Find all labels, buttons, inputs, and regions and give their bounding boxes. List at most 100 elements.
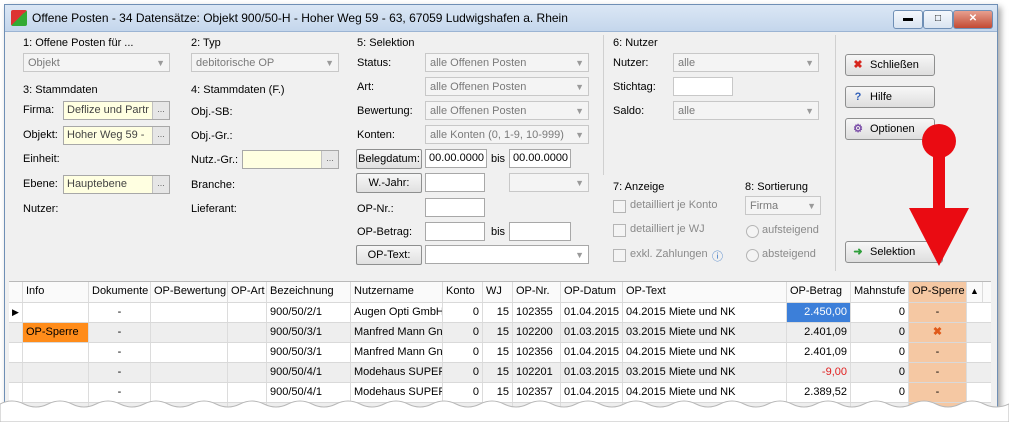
op-text-select[interactable]: ▼: [425, 245, 589, 264]
belegdatum-button[interactable]: Belegdatum:: [356, 149, 422, 169]
panel-separator: [835, 35, 836, 271]
sortierung-select[interactable]: Firma ▼: [745, 196, 821, 215]
op-sperre-x-icon[interactable]: ✖: [909, 323, 967, 342]
annotation-arrow-head: [909, 208, 969, 266]
arrow-right-icon: ➜: [853, 246, 863, 258]
column-header[interactable]: Mahnstufe: [851, 282, 909, 302]
column-header[interactable]: OP-Text: [623, 282, 787, 302]
mahnstufe-cell: 0: [851, 303, 909, 322]
info-icon[interactable]: ⓘ: [712, 248, 723, 264]
op-sperre-cell[interactable]: -: [909, 363, 967, 382]
column-header[interactable]: WJ: [483, 282, 513, 302]
chevron-down-icon: ▼: [805, 106, 814, 116]
status-select[interactable]: alle Offenen Posten ▼: [425, 53, 589, 72]
lookup-dots-icon[interactable]: ...: [152, 102, 169, 119]
column-header[interactable]: Konto: [443, 282, 483, 302]
nutzer-select[interactable]: alle ▼: [673, 53, 819, 72]
aufsteigend-radio[interactable]: [746, 225, 759, 238]
maximize-button[interactable]: □: [923, 10, 953, 29]
column-header[interactable]: OP-Art: [228, 282, 267, 302]
op-text-cell: 03.2015 Miete und NK: [623, 323, 787, 342]
detailliert-konto-checkbox[interactable]: [613, 200, 626, 213]
bewertung-value: alle Offenen Posten: [430, 105, 527, 117]
op-betrag-cell[interactable]: 2.450,00: [787, 303, 851, 322]
w-jahr-select[interactable]: ▼: [509, 173, 589, 192]
saldo-select[interactable]: alle ▼: [673, 101, 819, 120]
op-betrag-from-field[interactable]: [425, 222, 485, 241]
table-header: Info Dokumente OP-Bewertung OP-Art Bezei…: [9, 282, 991, 303]
op-betrag-to-field[interactable]: [509, 222, 571, 241]
table-row[interactable]: - 900/50/3/1 Manfred Mann Gn 0 15 102356…: [9, 343, 991, 363]
objekt-field[interactable]: Hoher Weg 59 -...: [63, 126, 170, 145]
w-jahr-field[interactable]: [425, 173, 485, 192]
group-selektion-title: 5: Selektion: [357, 37, 415, 49]
bezeichnung-cell: 900/50/2/1: [267, 303, 351, 322]
column-header[interactable]: Nutzername: [351, 282, 443, 302]
konten-select[interactable]: alle Konten (0, 1-9, 10-999) ▼: [425, 125, 589, 144]
obj-gr-label: Obj.-Gr.:: [191, 130, 233, 142]
column-header[interactable]: OP-Bewertung: [151, 282, 228, 302]
scroll-up-icon[interactable]: ▲: [967, 282, 983, 302]
lookup-dots-icon[interactable]: ...: [321, 151, 338, 168]
optionen-label: Optionen: [870, 123, 915, 135]
column-header[interactable]: Dokumente: [89, 282, 151, 302]
hilfe-button[interactable]: ? Hilfe: [845, 86, 935, 108]
column-header[interactable]: Bezeichnung: [267, 282, 351, 302]
schliessen-button[interactable]: ✖ Schließen: [845, 54, 935, 76]
op-nr-cell: 102355: [513, 303, 561, 322]
obj-sb-label: Obj.-SB:: [191, 106, 233, 118]
exkl-zahlungen-checkbox[interactable]: [613, 249, 626, 262]
row-selector[interactable]: [9, 343, 23, 362]
op-text-cell: 04.2015 Miete und NK: [623, 343, 787, 362]
column-header[interactable]: Info: [23, 282, 89, 302]
w-jahr-button[interactable]: W.-Jahr:: [356, 173, 422, 193]
detailliert-wj-label: detailliert je WJ: [630, 223, 705, 235]
table-row[interactable]: - 900/50/4/1 Modehaus SUPEF 0 15 102201 …: [9, 363, 991, 383]
table-row[interactable]: OP-Sperre - 900/50/3/1 Manfred Mann Gn 0…: [9, 323, 991, 343]
dokumente-cell: -: [89, 303, 151, 322]
close-button[interactable]: ✕: [953, 10, 993, 29]
op-text-cell: 03.2015 Miete und NK: [623, 363, 787, 382]
detailliert-wj-checkbox[interactable]: [613, 224, 626, 237]
wj-cell: 15: [483, 343, 513, 362]
op-sperre-cell[interactable]: -: [909, 343, 967, 362]
chevron-down-icon: ▼: [575, 82, 584, 92]
column-header[interactable]: OP-Nr.: [513, 282, 561, 302]
absteigend-radio[interactable]: [746, 249, 759, 262]
lieferant-label: Lieferant:: [191, 203, 237, 215]
op-datum-cell: 01.04.2015: [561, 343, 623, 362]
nutz-gr-field[interactable]: ...: [242, 150, 339, 169]
row-selector[interactable]: [9, 323, 23, 342]
stichtag-field[interactable]: [673, 77, 733, 96]
row-selector[interactable]: [9, 363, 23, 382]
ebene-label: Ebene:: [23, 178, 58, 190]
typ-select[interactable]: debitorische OP ▼: [191, 53, 339, 72]
op-sperre-cell[interactable]: -: [909, 303, 967, 322]
column-header[interactable]: OP-Betrag: [787, 282, 851, 302]
lookup-dots-icon[interactable]: ...: [152, 176, 169, 193]
minimize-button[interactable]: ▬: [893, 10, 923, 29]
art-value: alle Offenen Posten: [430, 81, 527, 93]
lookup-dots-icon[interactable]: ...: [152, 127, 169, 144]
offene-posten-fuer-select[interactable]: Objekt ▼: [23, 53, 170, 72]
objekt-label: Objekt:: [23, 129, 58, 141]
belegdatum-to-field[interactable]: 00.00.0000: [509, 149, 571, 168]
op-text-button[interactable]: OP-Text:: [356, 245, 422, 265]
op-table: Info Dokumente OP-Bewertung OP-Art Bezei…: [9, 281, 991, 413]
chevron-down-icon: ▼: [575, 130, 584, 140]
nutzer-value: alle: [678, 57, 696, 69]
art-select[interactable]: alle Offenen Posten ▼: [425, 77, 589, 96]
window-title: Offene Posten - 34 Datensätze: Objekt 90…: [32, 11, 568, 25]
bis2-label: bis: [491, 226, 506, 238]
firma-field[interactable]: Deflize und Partr...: [63, 101, 170, 120]
column-header[interactable]: OP-Sperre: [909, 282, 967, 302]
op-nr-field[interactable]: [425, 198, 485, 217]
bewertung-select[interactable]: alle Offenen Posten ▼: [425, 101, 589, 120]
row-selector-header: [9, 282, 23, 302]
title-bar: Offene Posten - 34 Datensätze: Objekt 90…: [5, 5, 997, 32]
table-row[interactable]: ▶ - 900/50/2/1 Augen Opti GmbH 0 15 1023…: [9, 303, 991, 323]
column-header[interactable]: OP-Datum: [561, 282, 623, 302]
stichtag-label: Stichtag:: [613, 81, 656, 93]
belegdatum-from-field[interactable]: 00.00.0000: [425, 149, 487, 168]
ebene-field[interactable]: Hauptebene...: [63, 175, 170, 194]
